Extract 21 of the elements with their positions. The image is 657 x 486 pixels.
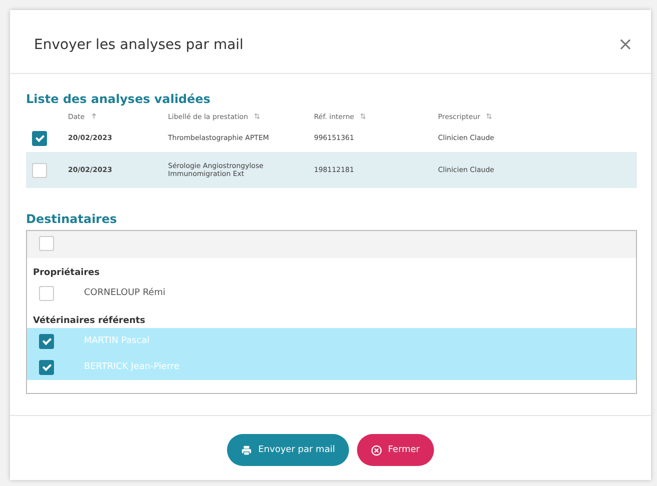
group-label: Propriétaires (32, 266, 101, 280)
checkbox[interactable] (39, 286, 54, 300)
send-button[interactable]: Envoyer par mail (227, 434, 349, 466)
group-label: Vétérinaires référents (32, 314, 146, 328)
checkbox[interactable] (32, 130, 47, 146)
close-circle-icon (370, 444, 382, 456)
sort-icon[interactable] (486, 113, 492, 119)
sort-icon[interactable] (360, 113, 366, 119)
section-title: Liste des analyses validées (26, 92, 212, 106)
checkbox[interactable] (39, 236, 54, 251)
sort-icon[interactable] (254, 113, 260, 119)
close-button[interactable]: × (618, 34, 633, 55)
recipient-name[interactable]: CORNELOUP Rémi (84, 288, 166, 298)
sort-up-icon[interactable] (90, 113, 97, 119)
close-button[interactable]: Fermer (356, 434, 434, 466)
checkbox[interactable] (39, 334, 54, 348)
section-title: Destinataires (26, 212, 118, 226)
checkbox[interactable] (39, 360, 54, 374)
printer-icon (241, 444, 252, 456)
checkbox[interactable] (32, 162, 47, 178)
dialog-title: Envoyer les analyses par mail (34, 36, 244, 52)
